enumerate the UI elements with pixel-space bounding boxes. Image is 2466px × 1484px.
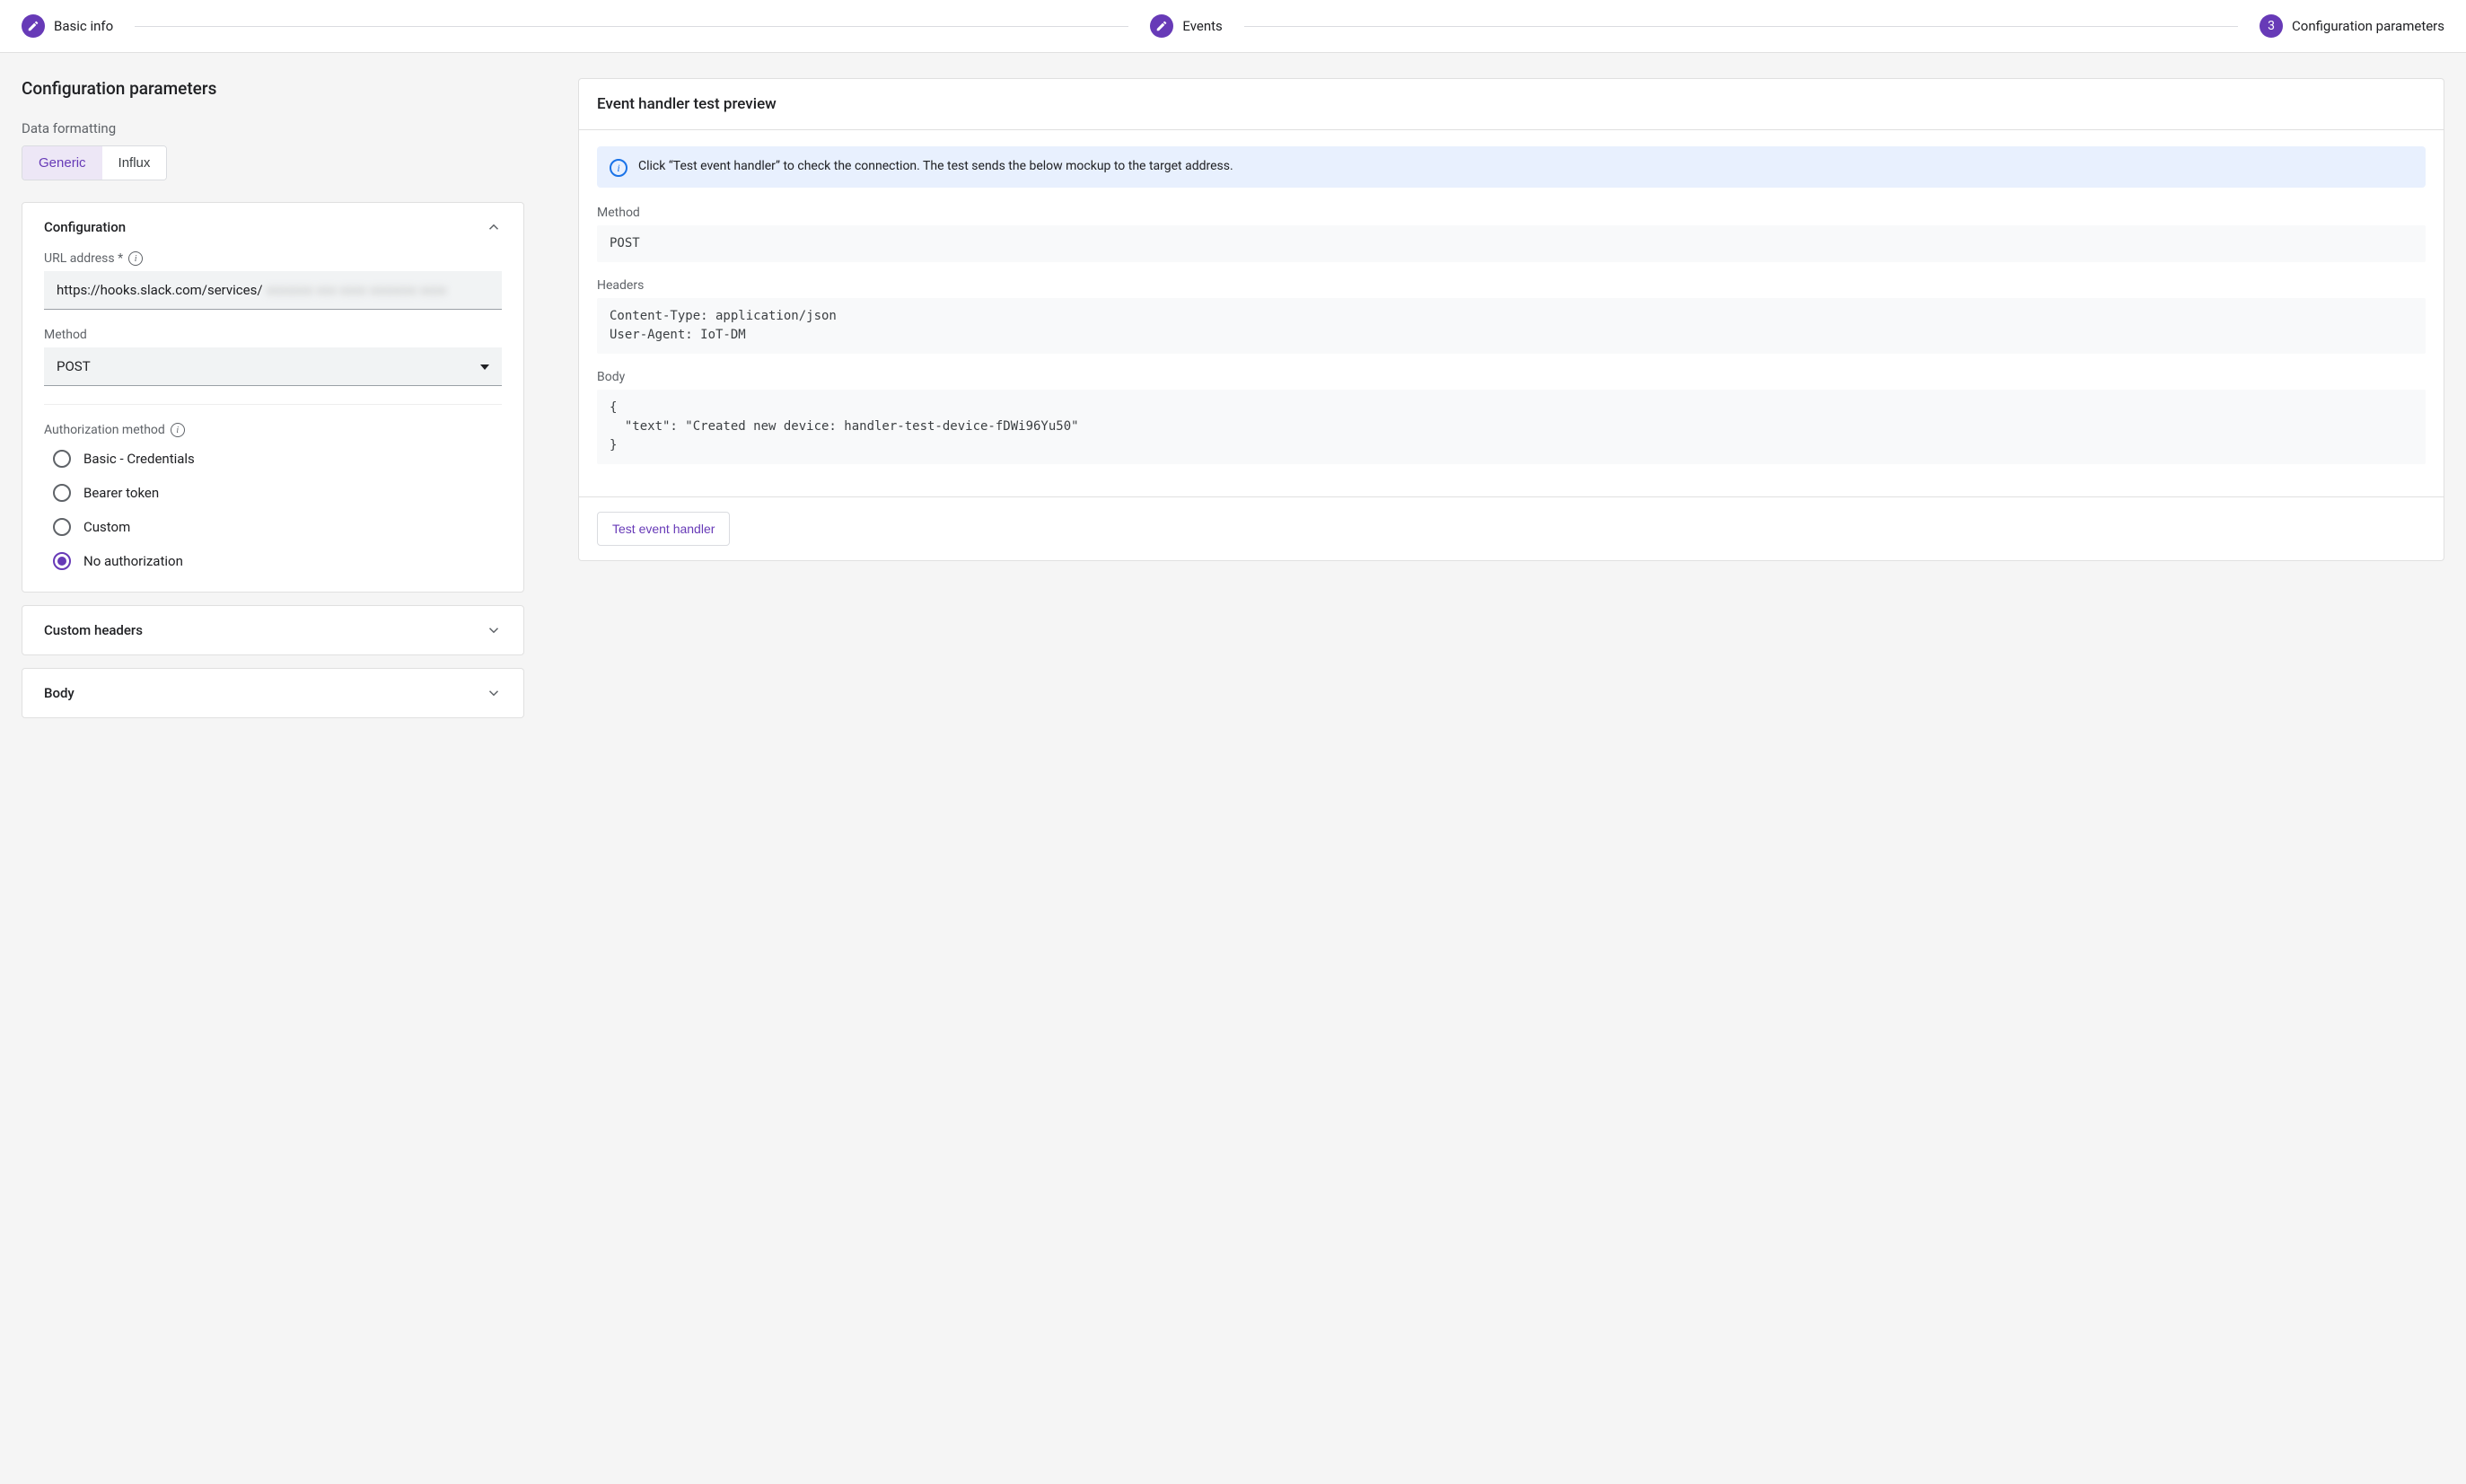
chevron-down-icon	[486, 685, 502, 701]
radio-icon	[53, 552, 71, 570]
panel-title: Custom headers	[44, 622, 143, 638]
preview-method-label: Method	[597, 206, 2426, 220]
step-label: Configuration parameters	[2292, 18, 2444, 34]
auth-radio-none[interactable]: No authorization	[44, 552, 502, 570]
custom-headers-panel: Custom headers	[22, 605, 524, 655]
radio-icon	[53, 518, 71, 536]
radio-icon	[53, 450, 71, 468]
preview-panel: Event handler test preview i Click “Test…	[578, 78, 2444, 561]
info-icon[interactable]: i	[171, 423, 185, 437]
caret-down-icon	[480, 364, 489, 370]
format-influx-button[interactable]: Influx	[102, 146, 167, 180]
step-connector	[135, 26, 1128, 27]
url-input-visible: https://hooks.slack.com/services/	[57, 282, 263, 298]
radio-label: Basic - Credentials	[83, 451, 195, 467]
url-input[interactable]: https://hooks.slack.com/services/ xxxxxx…	[44, 271, 502, 310]
configuration-panel-header[interactable]: Configuration	[22, 203, 523, 251]
radio-icon	[53, 484, 71, 502]
data-formatting-toggle: Generic Influx	[22, 145, 167, 180]
format-generic-button[interactable]: Generic	[22, 146, 102, 180]
step-config-params[interactable]: 3 Configuration parameters	[2260, 14, 2444, 38]
radio-label: No authorization	[83, 553, 183, 569]
method-select[interactable]: POST	[44, 347, 502, 386]
body-panel-header[interactable]: Body	[22, 669, 523, 717]
preview-body-value: { "text": "Created new device: handler-t…	[597, 390, 2426, 464]
preview-headers-value: Content-Type: application/json User-Agen…	[597, 298, 2426, 354]
url-label-text: URL address *	[44, 251, 123, 266]
preview-title: Event handler test preview	[579, 79, 2444, 130]
stepper: Basic info Events 3 Configuration parame…	[0, 0, 2466, 53]
info-icon[interactable]: i	[128, 251, 143, 266]
body-panel: Body	[22, 668, 524, 718]
auth-method-label: Authorization method i	[44, 423, 502, 437]
radio-label: Bearer token	[83, 485, 159, 501]
pencil-icon	[22, 14, 45, 38]
pencil-icon	[1150, 14, 1173, 38]
auth-method-label-text: Authorization method	[44, 423, 165, 437]
url-input-redacted: xxxxxxx xxx xxxx xxxxxxx xxxx	[267, 282, 447, 298]
page-title: Configuration parameters	[22, 78, 524, 99]
test-event-handler-button[interactable]: Test event handler	[597, 512, 730, 546]
panel-title: Body	[44, 685, 75, 701]
configuration-panel: Configuration URL address * i https://ho…	[22, 202, 524, 593]
divider	[44, 404, 502, 405]
url-label: URL address * i	[44, 251, 502, 266]
auth-radio-bearer[interactable]: Bearer token	[44, 484, 502, 502]
step-label: Events	[1182, 18, 1222, 34]
info-text: Click “Test event handler” to check the …	[638, 157, 1233, 175]
preview-body-label: Body	[597, 370, 2426, 384]
step-events[interactable]: Events	[1150, 14, 1222, 38]
data-formatting-label: Data formatting	[22, 120, 524, 136]
custom-headers-panel-header[interactable]: Custom headers	[22, 606, 523, 654]
auth-radio-custom[interactable]: Custom	[44, 518, 502, 536]
info-banner: i Click “Test event handler” to check th…	[597, 146, 2426, 188]
step-basic-info[interactable]: Basic info	[22, 14, 113, 38]
auth-radio-basic[interactable]: Basic - Credentials	[44, 450, 502, 468]
preview-method-value: POST	[597, 225, 2426, 262]
step-label: Basic info	[54, 18, 113, 34]
chevron-up-icon	[486, 219, 502, 235]
step-number-badge: 3	[2260, 14, 2283, 38]
auth-radio-group: Basic - Credentials Bearer token Custom …	[44, 450, 502, 570]
method-label: Method	[44, 328, 502, 342]
step-connector	[1244, 26, 2238, 27]
preview-headers-label: Headers	[597, 278, 2426, 293]
radio-label: Custom	[83, 519, 130, 535]
chevron-down-icon	[486, 622, 502, 638]
panel-title: Configuration	[44, 219, 126, 235]
info-icon: i	[610, 159, 627, 177]
